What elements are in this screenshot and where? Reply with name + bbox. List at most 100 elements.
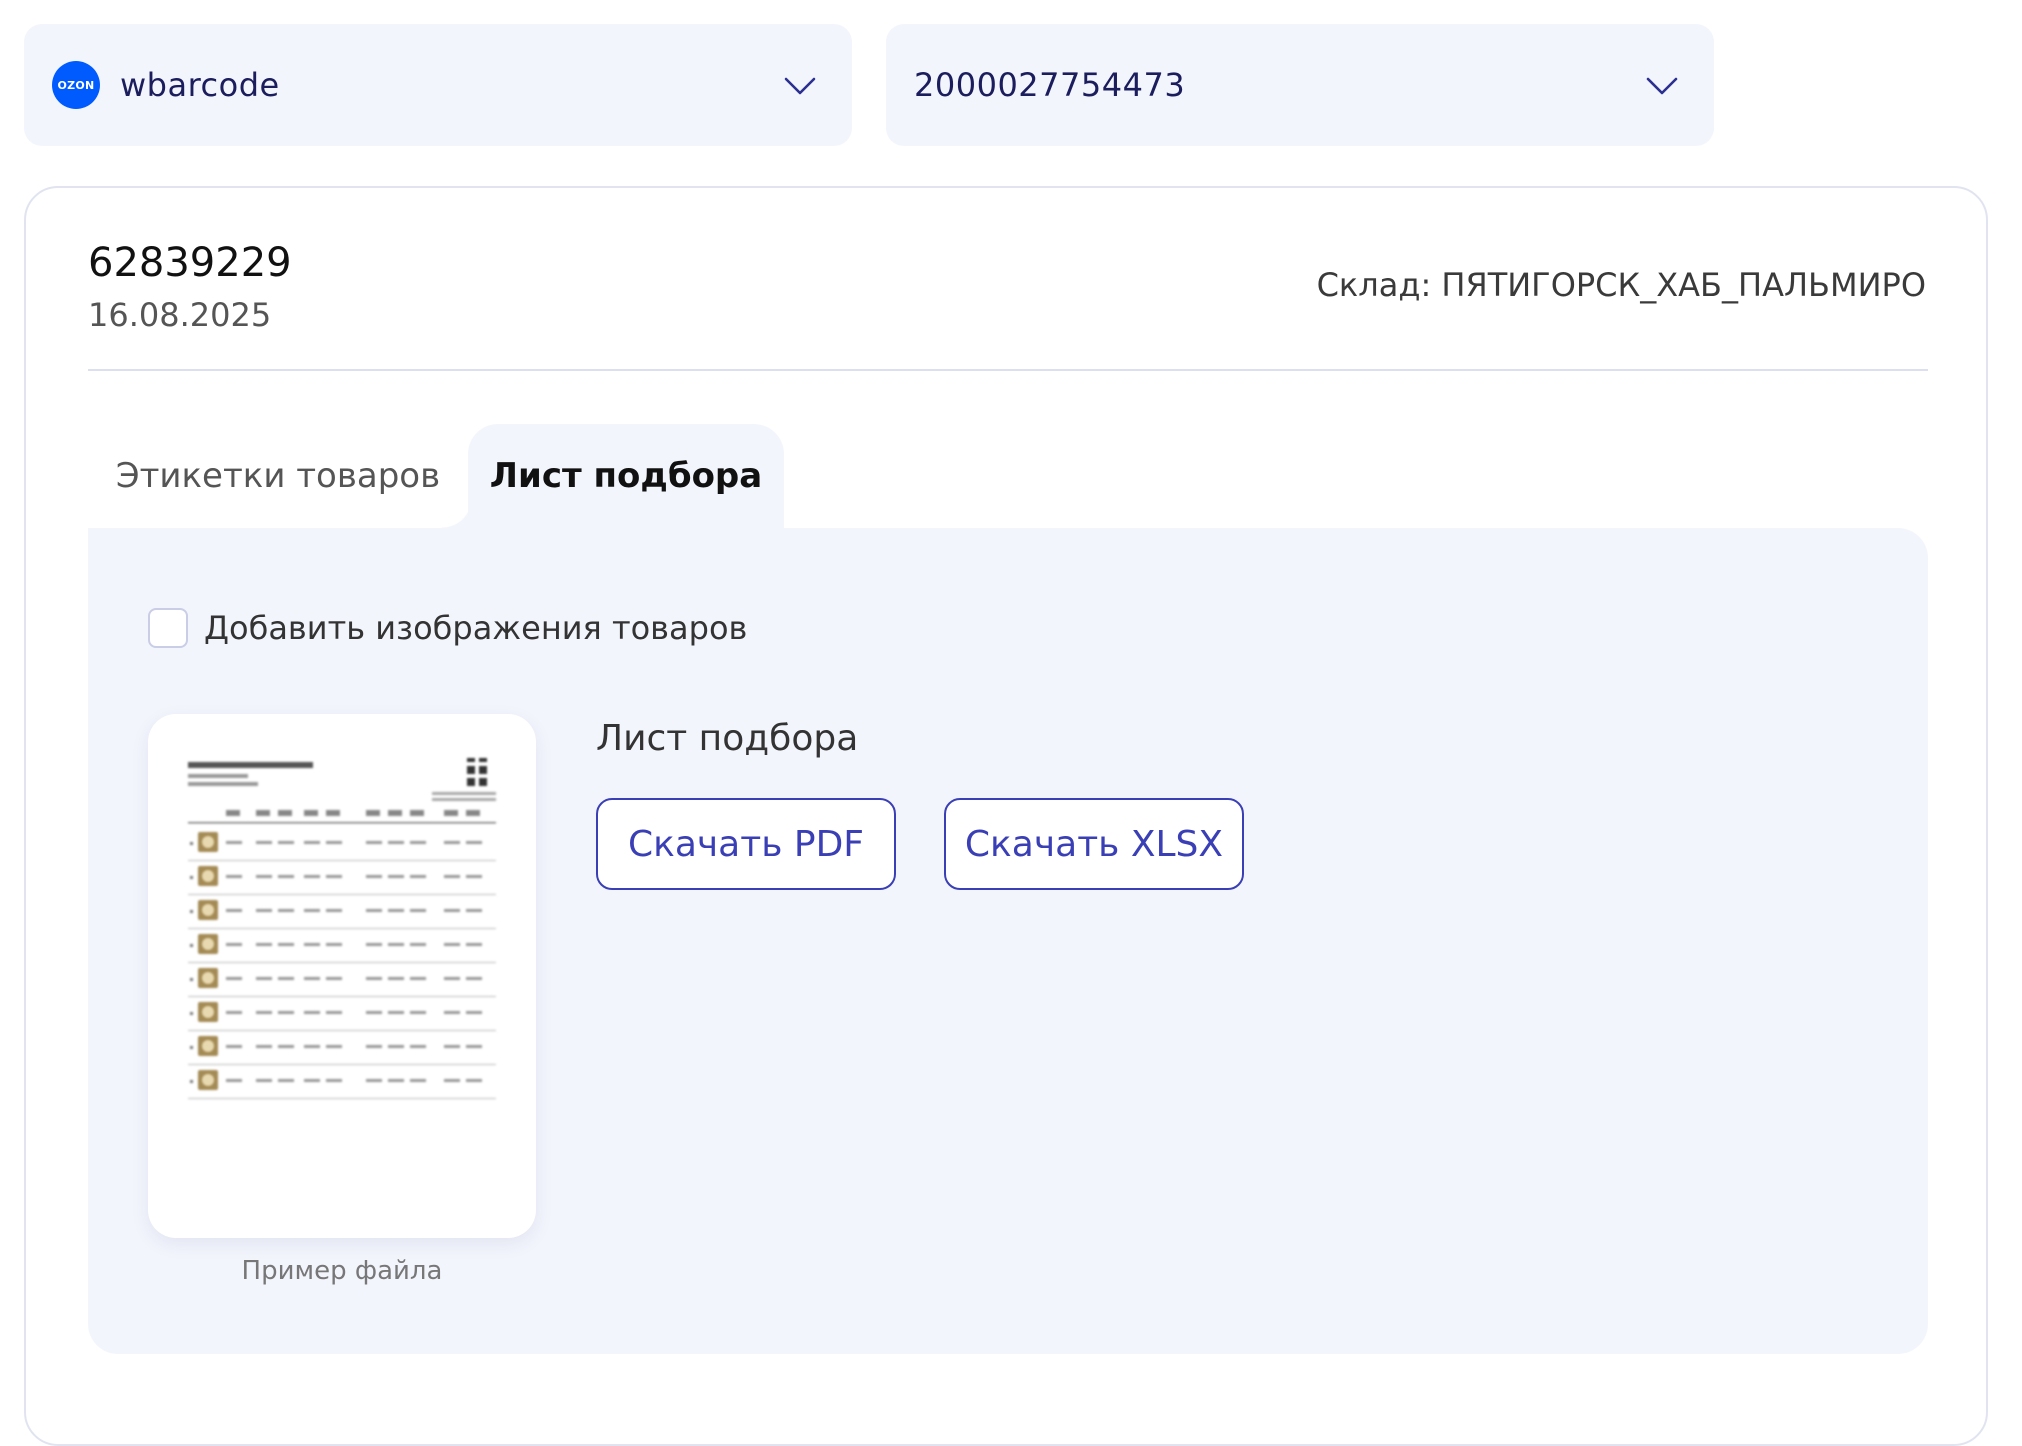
doc-cell: [226, 1045, 242, 1048]
doc-cell: [278, 1079, 294, 1082]
pick-list-title: Лист подбора: [596, 718, 859, 759]
doc-cell: [444, 875, 460, 878]
doc-cell: [304, 875, 320, 878]
doc-row-rule: [188, 1098, 496, 1099]
doc-cell: [466, 1045, 482, 1048]
doc-row-marker: [190, 910, 193, 913]
doc-row-marker: [190, 876, 193, 879]
doc-cell: [256, 943, 272, 946]
doc-header-cell: [410, 810, 424, 816]
product-thumbnail-highlight: [202, 938, 214, 950]
doc-header-cell: [366, 810, 380, 816]
doc-cell: [388, 977, 404, 980]
doc-title-line: [188, 762, 313, 768]
doc-cell: [278, 977, 294, 980]
doc-cell: [410, 943, 426, 946]
doc-cell: [256, 909, 272, 912]
doc-cell: [410, 1045, 426, 1048]
doc-cell: [410, 909, 426, 912]
product-thumbnail-highlight: [202, 870, 214, 882]
doc-cell: [388, 1011, 404, 1014]
doc-header-cell: [444, 810, 458, 816]
doc-cell: [410, 977, 426, 980]
doc-subtitle-line: [188, 774, 248, 778]
doc-row-rule: [188, 1064, 496, 1065]
doc-row-marker: [190, 1046, 193, 1049]
doc-row-marker: [190, 842, 193, 845]
doc-cell: [278, 1045, 294, 1048]
product-thumbnail-highlight: [202, 972, 214, 984]
doc-row-rule: [188, 894, 496, 895]
tab-pick-list[interactable]: Лист подбора: [468, 424, 784, 528]
doc-cell: [466, 841, 482, 844]
doc-cell: [410, 875, 426, 878]
doc-cell: [226, 977, 242, 980]
tab-corner: [442, 498, 472, 528]
account-select[interactable]: OZON wbarcode: [24, 24, 852, 146]
doc-cell: [466, 909, 482, 912]
add-images-checkbox[interactable]: [148, 608, 188, 648]
doc-cell: [256, 1079, 272, 1082]
doc-cell: [366, 1079, 382, 1082]
doc-cell: [366, 1011, 382, 1014]
doc-cell: [326, 1079, 342, 1082]
shipment-select[interactable]: 2000027754473: [886, 24, 1714, 146]
doc-note-line: [432, 798, 496, 801]
doc-row-marker: [190, 1080, 193, 1083]
chevron-down-icon: [1646, 77, 1678, 95]
doc-cell: [226, 1079, 242, 1082]
chevron-down-icon: [784, 77, 816, 95]
doc-header-cell: [304, 810, 318, 816]
warehouse-label: Склад: ПЯТИГОРСК_ХАБ_ПАЛЬМИРО: [1316, 266, 1926, 304]
doc-cell: [388, 1079, 404, 1082]
divider: [88, 369, 1928, 371]
doc-cell: [410, 1011, 426, 1014]
doc-row-rule: [188, 928, 496, 929]
doc-cell: [256, 875, 272, 878]
doc-header-cell: [226, 810, 240, 816]
doc-cell: [444, 1045, 460, 1048]
doc-row-rule: [188, 962, 496, 963]
doc-cell: [466, 1011, 482, 1014]
doc-cell: [304, 977, 320, 980]
tab-panel-pick-list: Добавить изображения товаров Пример файл…: [88, 528, 1928, 1354]
order-id: 62839229: [88, 240, 292, 286]
doc-cell: [326, 909, 342, 912]
doc-note-line: [432, 792, 496, 795]
download-xlsx-button[interactable]: Скачать XLSX: [944, 798, 1244, 890]
download-pdf-button[interactable]: Скачать PDF: [596, 798, 896, 890]
order-card: 62839229 16.08.2025 Склад: ПЯТИГОРСК_ХАБ…: [24, 186, 1988, 1446]
doc-cell: [226, 1011, 242, 1014]
doc-header-cell: [278, 810, 292, 816]
doc-cell: [410, 1079, 426, 1082]
doc-cell: [278, 841, 294, 844]
doc-cell: [226, 841, 242, 844]
doc-cell: [444, 1011, 460, 1014]
account-select-value: wbarcode: [120, 66, 280, 104]
doc-cell: [226, 943, 242, 946]
doc-subtitle-line: [188, 782, 258, 786]
doc-cell: [366, 875, 382, 878]
doc-row-marker: [190, 1012, 193, 1015]
doc-cell: [326, 841, 342, 844]
doc-cell: [388, 1045, 404, 1048]
doc-cell: [326, 977, 342, 980]
doc-cell: [444, 909, 460, 912]
doc-cell: [278, 909, 294, 912]
doc-cell: [304, 1011, 320, 1014]
doc-cell: [226, 875, 242, 878]
doc-row-rule: [188, 996, 496, 997]
shipment-select-value: 2000027754473: [914, 66, 1186, 104]
doc-cell: [304, 1045, 320, 1048]
doc-cell: [304, 943, 320, 946]
doc-cell: [326, 1011, 342, 1014]
doc-header-cell: [466, 810, 480, 816]
doc-cell: [278, 875, 294, 878]
doc-cell: [388, 909, 404, 912]
doc-row-rule: [188, 1030, 496, 1031]
file-preview: [148, 714, 536, 1238]
tab-product-labels[interactable]: Этикетки товаров: [88, 424, 468, 528]
add-images-option[interactable]: Добавить изображения товаров: [148, 608, 747, 648]
order-date: 16.08.2025: [88, 296, 272, 334]
doc-cell: [388, 875, 404, 878]
